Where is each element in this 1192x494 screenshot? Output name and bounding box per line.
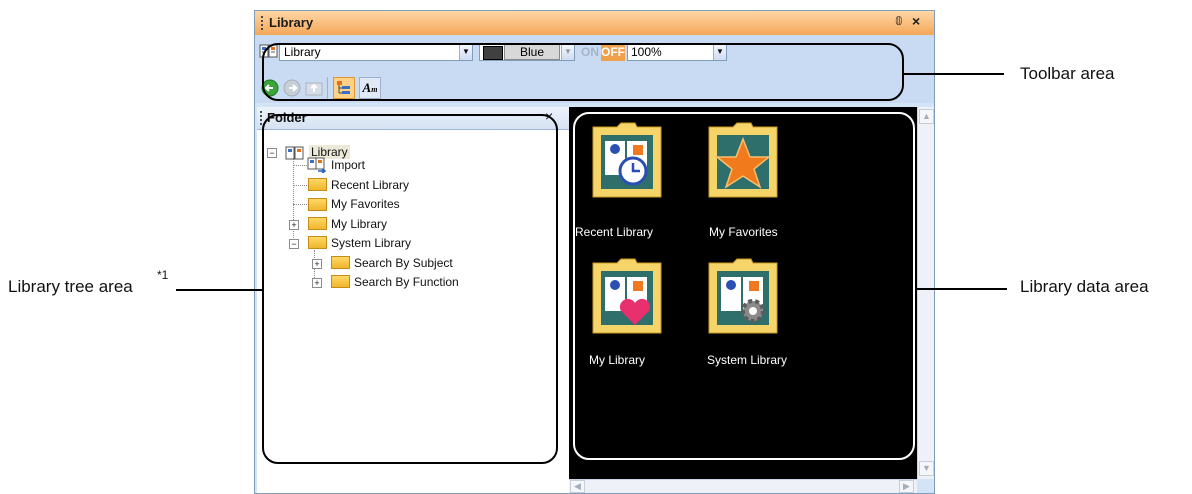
window-title: Library bbox=[269, 15, 314, 30]
close-icon[interactable]: × bbox=[912, 13, 920, 29]
toolbar-callout-outline bbox=[262, 43, 904, 101]
scroll-up-icon[interactable]: ▲ bbox=[919, 109, 934, 124]
data-area-label: Library data area bbox=[1020, 277, 1149, 296]
vertical-scrollbar[interactable]: ▲ ▼ bbox=[917, 107, 934, 479]
toolbar-area-label: Toolbar area bbox=[1020, 64, 1115, 83]
horizontal-scrollbar[interactable]: ◀ ▶ bbox=[569, 479, 917, 493]
tree-callout-outline bbox=[262, 114, 558, 464]
toolbar-leader-line bbox=[904, 73, 1004, 75]
data-leader-line bbox=[915, 288, 1007, 290]
tree-area-footnote: *1 bbox=[157, 268, 169, 282]
scroll-down-icon[interactable]: ▼ bbox=[919, 461, 934, 476]
scroll-left-icon[interactable]: ◀ bbox=[570, 480, 585, 493]
data-callout-outline bbox=[573, 112, 915, 460]
tree-area-label: Library tree area bbox=[8, 277, 133, 296]
title-bar[interactable]: Library 𝟘 × bbox=[255, 11, 934, 36]
tree-leader-line bbox=[176, 289, 262, 291]
grip-icon[interactable] bbox=[261, 16, 266, 30]
pin-icon[interactable]: 𝟘 bbox=[895, 14, 903, 28]
scroll-right-icon[interactable]: ▶ bbox=[899, 480, 914, 493]
